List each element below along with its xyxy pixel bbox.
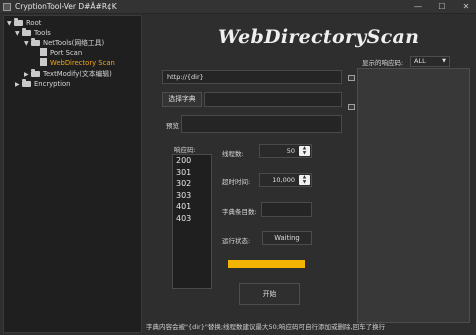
- status-value: Waiting: [262, 231, 312, 245]
- expand-arrow-icon[interactable]: ▶: [15, 80, 22, 90]
- tree-item-port-scan[interactable]: Port Scan: [40, 48, 82, 58]
- chevron-down-icon: ▼: [442, 58, 446, 64]
- file-icon: [40, 48, 47, 56]
- maximize-button[interactable]: ☐: [436, 1, 448, 12]
- save-icon[interactable]: [348, 75, 355, 81]
- tree-item-root[interactable]: ▼ Root: [7, 18, 41, 28]
- app-icon: [3, 3, 11, 11]
- filter-value: ALL: [414, 57, 426, 65]
- expand-arrow-icon[interactable]: ▼: [24, 39, 31, 49]
- folder-icon: [22, 79, 31, 87]
- list-item[interactable]: 403: [173, 213, 211, 225]
- threads-label: 线程数:: [222, 150, 244, 158]
- timeout-spinbox[interactable]: 10,000 ▲ ▼: [259, 173, 312, 187]
- list-item[interactable]: 301: [173, 167, 211, 179]
- navigation-tree: ▼ Root ▼ Tools ▼ NetTools(网络工具) Port Scan W…: [3, 15, 142, 333]
- decrement-icon[interactable]: ▼: [299, 180, 310, 185]
- status-label: 运行状态:: [222, 237, 251, 245]
- timeout-stepper[interactable]: ▲ ▼: [299, 175, 310, 185]
- results-panel[interactable]: [357, 68, 470, 323]
- threads-stepper[interactable]: ▲ ▼: [299, 146, 310, 156]
- help-note: 字典内容会被"{dir}"替换;线程数建议最大50;响应码可自行添加或删除,回车…: [146, 323, 386, 331]
- select-dictionary-button[interactable]: 选择字典: [162, 92, 202, 107]
- file-icon: [40, 58, 47, 66]
- expand-arrow-icon[interactable]: ▼: [15, 29, 22, 39]
- timeout-label: 超时时间:: [222, 178, 251, 186]
- dictionary-count-label: 字典条目数:: [222, 208, 257, 216]
- tree-item-webdirectory-scan[interactable]: WebDirectory Scan: [40, 58, 115, 68]
- page-title: WebDirectoryScan: [218, 26, 420, 48]
- close-button[interactable]: ✕: [460, 1, 472, 12]
- dictionary-count-field: [261, 202, 312, 217]
- response-code-filter-select[interactable]: ALL ▼: [410, 56, 450, 67]
- decrement-icon[interactable]: ▼: [299, 151, 310, 156]
- folder-open-icon[interactable]: [348, 104, 355, 110]
- list-item[interactable]: 302: [173, 178, 211, 190]
- start-button[interactable]: 开始: [239, 283, 300, 305]
- title-bar: CryptionTool-Ver D#Ä#R¢K — ☐ ✕: [0, 0, 476, 14]
- preview-field: [181, 115, 342, 133]
- folder-icon: [31, 38, 40, 46]
- threads-value: 50: [286, 147, 295, 155]
- tree-item-textmodify[interactable]: ▶ TextModify(文本编辑): [24, 69, 112, 79]
- list-item[interactable]: 303: [173, 190, 211, 202]
- folder-icon: [31, 69, 40, 77]
- tree-item-nettools[interactable]: ▼ NetTools(网络工具): [24, 38, 104, 48]
- threads-spinbox[interactable]: 50 ▲ ▼: [259, 144, 312, 158]
- tree-item-encryption[interactable]: ▶ Encryption: [15, 79, 71, 89]
- url-input[interactable]: http://{dir}: [162, 70, 342, 84]
- window-title: CryptionTool-Ver D#Ä#R¢K: [15, 2, 117, 11]
- filter-label: 显示的响应码:: [362, 59, 404, 67]
- timeout-value: 10,000: [272, 176, 295, 184]
- progress-fill: [228, 260, 305, 268]
- folder-icon: [22, 28, 31, 36]
- response-codes-label: 响应码:: [174, 146, 196, 154]
- tree-item-tools[interactable]: ▼ Tools: [15, 28, 51, 38]
- minimize-button[interactable]: —: [412, 1, 424, 12]
- expand-arrow-icon[interactable]: ▼: [7, 19, 14, 29]
- progress-bar: [228, 260, 305, 268]
- response-codes-list[interactable]: 200 301 302 303 401 403: [172, 154, 212, 289]
- folder-icon: [14, 18, 23, 26]
- list-item[interactable]: 200: [173, 155, 211, 167]
- list-item[interactable]: 401: [173, 201, 211, 213]
- dictionary-path-input[interactable]: [204, 92, 342, 107]
- preview-label: 预览: [166, 122, 179, 130]
